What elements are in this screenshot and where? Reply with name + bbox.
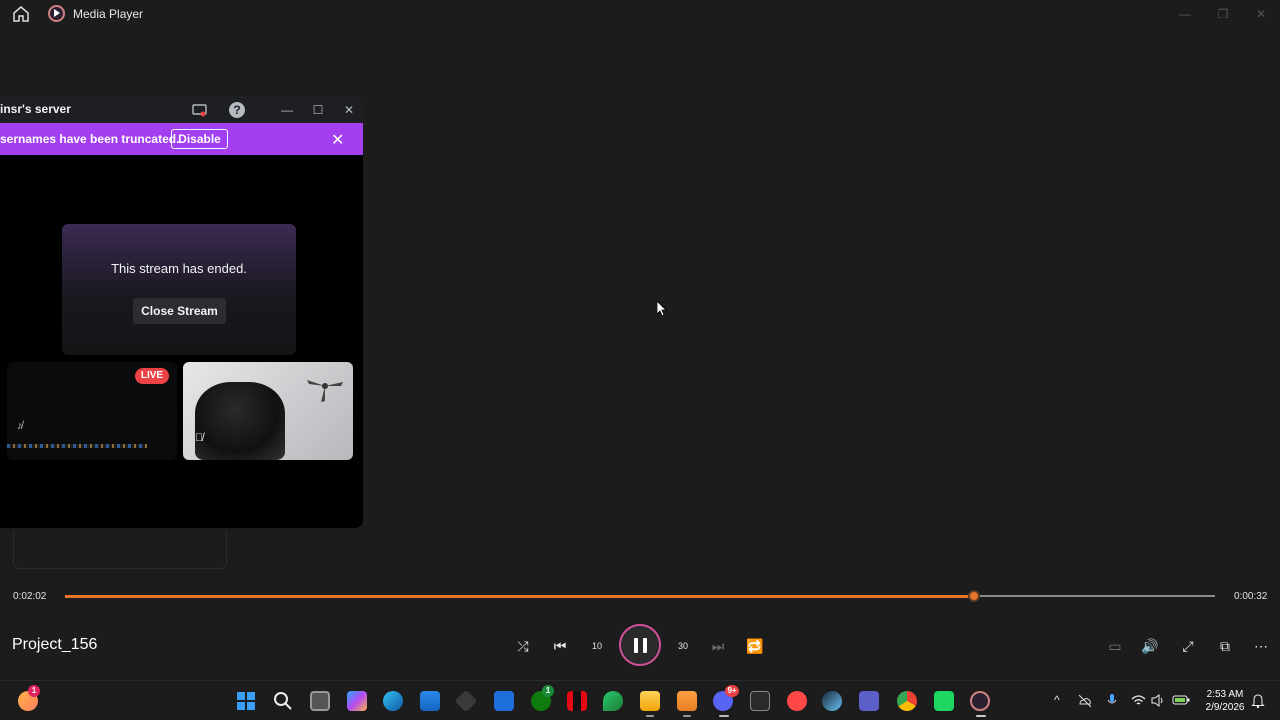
close-button[interactable]: ✕ [1242, 0, 1280, 28]
taskbar: 1 1 9+ ^ 2:53 AM 2/9/2026 [0, 680, 1280, 720]
popout-screen-icon[interactable] [191, 102, 207, 118]
camera-feed [195, 382, 285, 460]
wifi-icon[interactable] [1131, 694, 1146, 707]
fullscreen-icon[interactable]: ⤢ [1178, 636, 1198, 656]
remaining-time: 0:00:32 [1234, 591, 1268, 602]
notifications-icon[interactable] [1251, 693, 1265, 709]
clock-time: 2:53 AM [1206, 689, 1244, 700]
popout-minimize-icon[interactable]: — [279, 102, 295, 118]
shuffle-icon[interactable]: ⤮ [513, 636, 533, 656]
stream-preview [7, 444, 147, 448]
search-icon[interactable] [273, 691, 293, 711]
running-indicator [646, 715, 654, 717]
miniplayer-icon[interactable]: ▭ [1105, 636, 1125, 656]
edge-icon[interactable] [383, 691, 403, 711]
microphone-icon[interactable] [1106, 693, 1118, 709]
popout-title: insr's server [0, 102, 71, 116]
vpn-icon[interactable] [603, 691, 623, 711]
previous-icon[interactable]: ⏮ [550, 636, 570, 656]
discord-badge: 9+ [725, 685, 739, 697]
running-indicator [719, 715, 729, 717]
next-icon[interactable]: ⏭ [708, 636, 728, 656]
app-icon[interactable] [454, 689, 478, 713]
netflix-icon[interactable] [567, 691, 587, 711]
window-controls: — ❐ ✕ [1166, 0, 1280, 28]
disable-button[interactable]: Disable [171, 129, 228, 149]
participant-tile-camera[interactable]: 🎙̸ [183, 362, 353, 460]
app-title: Media Player [73, 7, 144, 21]
rewind-10-icon[interactable]: 10 [587, 636, 607, 656]
tray-overflow-icon[interactable]: ^ [1054, 693, 1060, 707]
teams-icon[interactable] [859, 691, 879, 711]
ceiling-fan-image [307, 380, 343, 402]
more-options-icon[interactable]: ⋯ [1251, 636, 1271, 656]
task-view-icon[interactable] [310, 691, 330, 711]
widgets-badge: 1 [28, 685, 40, 697]
home-icon[interactable] [12, 5, 30, 23]
banner-text: sernames have been truncated. [0, 132, 180, 146]
mouse-cursor-icon [657, 301, 667, 317]
minimize-button[interactable]: — [1166, 0, 1204, 28]
running-indicator [683, 715, 691, 717]
muted-icon: ♪̸ [17, 420, 23, 432]
participant-tile-live[interactable]: LIVE ♪̸ [7, 362, 177, 460]
banner-close-icon[interactable]: ✕ [331, 130, 344, 150]
pause-button[interactable] [619, 624, 661, 666]
repeat-icon[interactable]: 🔁 [745, 636, 765, 656]
clock-date: 2/9/2026 [1205, 702, 1245, 713]
close-stream-button[interactable]: Close Stream [133, 298, 226, 324]
popout-close-icon[interactable]: ✕ [341, 102, 357, 118]
speaker-icon[interactable] [1151, 694, 1165, 707]
elapsed-time: 0:02:02 [13, 591, 47, 602]
xbox-badge: 1 [542, 685, 554, 697]
cast-icon[interactable]: ⧉ [1215, 636, 1235, 656]
live-badge: LIVE [135, 368, 169, 384]
help-icon[interactable]: ? [229, 102, 245, 118]
pause-icon-bar [642, 637, 647, 653]
pause-icon [633, 637, 638, 653]
volume-icon[interactable]: 🔊 [1140, 636, 1160, 656]
epic-games-icon[interactable] [750, 691, 770, 711]
mic-muted-icon: 🎙̸ [195, 432, 204, 444]
popout-maximize-icon[interactable]: ☐ [310, 102, 326, 118]
running-indicator [976, 715, 986, 717]
media-title: Project_156 [12, 636, 98, 653]
stream-ended-text: This stream has ended. [111, 261, 247, 276]
battery-icon[interactable] [1172, 694, 1190, 706]
truncation-banner: sernames have been truncated. Disable ✕ [0, 123, 363, 155]
media-player-icon [48, 5, 65, 22]
ea-icon[interactable] [787, 691, 807, 711]
start-icon[interactable] [236, 691, 256, 711]
copilot-icon[interactable] [347, 691, 367, 711]
onedrive-off-icon[interactable] [1078, 694, 1092, 708]
media-player-icon[interactable] [970, 691, 990, 711]
seek-bar[interactable] [65, 590, 1215, 602]
steam-icon[interactable] [822, 691, 842, 711]
seek-thumb[interactable] [967, 590, 980, 602]
game-icon[interactable] [934, 691, 954, 711]
title-bar: Media Player — ❐ ✕ [0, 0, 1280, 28]
fl-studio-icon[interactable] [677, 691, 697, 711]
store-icon[interactable] [420, 691, 440, 711]
stream-ended-card: This stream has ended. Close Stream [62, 224, 296, 355]
discord-stream-popout: insr's server ? — ☐ ✕ sernames have been… [0, 96, 363, 528]
chrome-icon[interactable] [897, 691, 917, 711]
file-explorer-icon[interactable] [640, 691, 660, 711]
popout-header: insr's server ? — ☐ ✕ [0, 96, 363, 123]
maximize-button[interactable]: ❐ [1204, 0, 1242, 28]
seek-progress [65, 594, 974, 598]
code-icon[interactable] [494, 691, 514, 711]
clock[interactable]: 2:53 AM 2/9/2026 [1200, 688, 1250, 714]
forward-30-icon[interactable]: 30 [673, 636, 693, 656]
background-panel [13, 532, 227, 569]
